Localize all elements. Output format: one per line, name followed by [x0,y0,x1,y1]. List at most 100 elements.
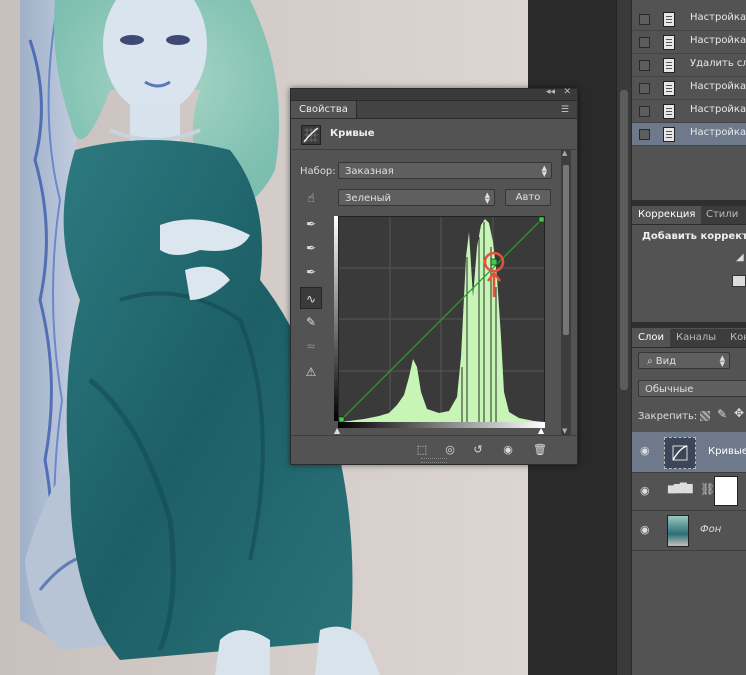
dropdown-arrows-icon: ▲ ▼ [484,191,490,205]
history-item[interactable]: Настройка c [632,100,746,123]
gray-point-eyedropper-icon[interactable]: ✒ [300,237,322,259]
curves-icon [301,125,321,145]
tab-styles[interactable]: Стили [700,206,744,224]
eye-icon[interactable]: ◉ [640,523,650,536]
black-slider-handle[interactable]: ▲ [334,426,340,435]
collapse-icon[interactable]: ◂◂ [546,87,555,97]
history-item-selected[interactable]: Настройка c [632,123,746,146]
clipping-warning-icon[interactable]: ⚠ [300,361,322,383]
snapshot-checkbox[interactable] [639,37,650,48]
history-item[interactable]: Удалить сле [632,54,746,77]
curve-edit-icon[interactable]: ∿ [300,287,322,309]
tab-channels[interactable]: Каналы [670,329,722,347]
history-item-label: Настройка c [690,81,746,92]
auto-button[interactable]: Авто [505,189,551,206]
tab-adjustments[interactable]: Коррекция [632,206,702,224]
layer-thumbnail [667,515,689,547]
layer-name: Фон [700,524,722,535]
layer-name: Кривые [708,446,746,457]
black-point-eyedropper-icon[interactable]: ✒ [300,213,322,235]
history-item-label: Настройка c [690,12,746,23]
history-item[interactable]: Настройка c [632,31,746,54]
preset-value: Заказная [345,166,394,177]
white-slider-handle[interactable]: ▲ [538,426,544,435]
layer-filter-value: Вид [655,356,677,367]
link-icon[interactable]: ⛓ [700,482,715,496]
history-item-label: Настройка c [690,35,746,46]
snapshot-checkbox[interactable] [639,83,650,94]
lock-transparency-icon[interactable] [700,411,710,421]
scrollbar-thumb[interactable] [563,165,569,335]
document-icon [663,127,675,142]
eye-icon[interactable]: ◉ [640,484,650,497]
smooth-icon[interactable]: ≈ [300,335,322,357]
dropdown-arrows-icon: ▲ ▼ [541,164,547,178]
snapshot-checkbox[interactable] [639,60,650,71]
curves-graph[interactable] [338,216,545,423]
history-item-label: Настройка c [690,127,746,138]
curves-layer-icon [664,437,696,469]
preset-label: Набор: [300,166,336,177]
scroll-up-icon[interactable]: ▲ [562,149,567,157]
tab-paths[interactable]: Кон [724,329,746,347]
history-item[interactable]: Настройка c [632,8,746,31]
snapshot-checkbox[interactable] [639,106,650,117]
properties-panel: ◂◂ ✕ Свойства ☰ Кривые Набор: Заказная ▲ ▼… [290,87,578,465]
document-icon [663,35,675,50]
layer-mask-thumbnail[interactable] [714,476,738,506]
snapshot-checkbox[interactable] [639,129,650,140]
clip-to-layer-icon[interactable]: ⬚ [411,441,433,459]
preset-dropdown[interactable]: Заказная ▲ ▼ [338,162,552,179]
lock-brush-icon[interactable]: ✎ [717,407,727,421]
levels-layer-icon: ▆▇█▇ [668,484,693,494]
properties-footer: ⬚ ◎ ↺ ◉ 🗑 [291,435,577,464]
right-dock: Настройка c Настройка c Удалить сле Наст… [631,0,746,675]
blend-mode-value: Обычные [645,384,694,395]
layer-row-curves[interactable]: ◉ Кривые [632,432,746,473]
history-item-label: Удалить сле [690,58,746,69]
panel-menu-icon[interactable]: ☰ [561,105,569,115]
adjustments-add-text: Добавить корректир [642,231,746,242]
visibility-eye-icon[interactable]: ◉ [497,441,519,459]
curve-point[interactable] [538,216,545,223]
layer-filter-dropdown[interactable]: ⌕ Вид ▲ ▼ [638,352,730,369]
pencil-icon[interactable]: ✎ [300,311,322,333]
trash-icon[interactable]: 🗑 [529,441,551,459]
curves-plot[interactable] [338,216,545,423]
levels-icon[interactable] [732,275,746,287]
snapshot-checkbox[interactable] [639,14,650,25]
dropdown-arrows-icon: ▲ ▼ [719,354,725,368]
reset-icon[interactable]: ↺ [467,441,489,459]
view-previous-state-icon[interactable]: ◎ [439,441,461,459]
document-icon [663,81,675,96]
adjustment-icon[interactable]: ◢ [736,252,744,263]
scroll-down-icon[interactable]: ▼ [562,427,567,435]
white-point-eyedropper-icon[interactable]: ✒ [300,261,322,283]
properties-title: Кривые [330,128,375,139]
tab-properties[interactable]: Свойства [291,101,357,118]
selected-curve-point[interactable] [490,258,498,266]
layers-tabbar: Слои Каналы Кон [632,329,746,348]
blend-mode-dropdown[interactable]: Обычные [638,380,746,397]
layer-row-background[interactable]: ◉ Фон [632,510,746,551]
document-icon [663,12,675,27]
tab-layers[interactable]: Слои [632,329,670,347]
properties-scrollbar[interactable]: ▲ ▼ [561,149,571,435]
properties-header: Кривые [291,119,577,150]
document-icon [663,104,675,119]
eye-icon[interactable]: ◉ [640,444,650,457]
panel-divider [632,322,746,328]
adjustments-tabbar: Коррекция Стили [632,206,746,225]
on-image-adjust-icon[interactable]: ☝ [300,187,322,209]
lock-move-icon[interactable]: ✥ [734,406,744,420]
channel-dropdown[interactable]: Зеленый ▲ ▼ [338,189,495,206]
history-item[interactable]: Настройка c [632,77,746,100]
panel-titlebar[interactable]: ◂◂ ✕ [291,87,577,101]
scrollbar-thumb[interactable] [620,90,628,390]
layer-row[interactable]: ◉ ▆▇█▇ ⛓ [632,472,746,511]
input-gradient [338,422,545,428]
resize-grip[interactable] [421,458,447,463]
close-icon[interactable]: ✕ [563,87,571,97]
history-item-label: Настройка c [690,104,746,115]
canvas-scrollbar[interactable] [616,0,631,675]
